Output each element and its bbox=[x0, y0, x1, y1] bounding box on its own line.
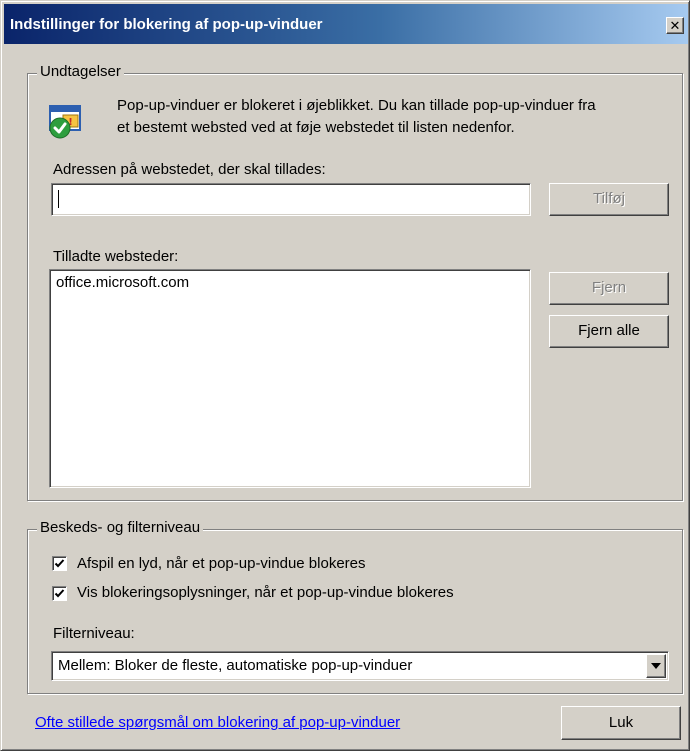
exceptions-info-line-2: et bestemt websted ved at føje webstedet… bbox=[117, 119, 515, 136]
address-label: Adressen på webstedet, der skal tillades… bbox=[53, 161, 326, 178]
show-info-checkbox[interactable] bbox=[52, 586, 67, 601]
allowed-sites-list[interactable]: office.microsoft.com bbox=[49, 269, 531, 488]
text-caret bbox=[58, 190, 59, 208]
exceptions-info-line-1: Pop-up-vinduer er blokeret i øjeblikket.… bbox=[117, 97, 596, 114]
filter-level-value: Mellem: Bloker de fleste, automatiske po… bbox=[58, 657, 413, 674]
show-info-label[interactable]: Vis blokeringsoplysninger, når et pop-up… bbox=[77, 584, 454, 601]
dropdown-button[interactable] bbox=[646, 654, 666, 678]
filter-level-label: Filterniveau: bbox=[53, 625, 135, 642]
checkmark-icon bbox=[54, 559, 65, 568]
add-site-button[interactable]: Tilføj bbox=[549, 183, 669, 216]
notification-filter-group-legend: Beskeds- og filterniveau bbox=[37, 519, 204, 536]
allowed-site-item[interactable]: office.microsoft.com bbox=[56, 274, 189, 291]
play-sound-label[interactable]: Afspil en lyd, når et pop-up-vindue blok… bbox=[77, 555, 366, 572]
window-title: Indstillinger for blokering af pop-up-vi… bbox=[10, 16, 323, 33]
exceptions-group-legend: Undtagelser bbox=[37, 63, 124, 80]
checkmark-icon bbox=[54, 589, 65, 598]
chevron-down-icon bbox=[651, 663, 661, 669]
remove-site-button[interactable]: Fjern bbox=[549, 272, 669, 305]
popup-blocker-settings-dialog: Indstillinger for blokering af pop-up-vi… bbox=[0, 0, 690, 751]
close-button[interactable]: Luk bbox=[561, 706, 681, 740]
close-window-button[interactable]: ✕ bbox=[666, 17, 684, 34]
allowed-sites-label: Tilladte websteder: bbox=[53, 248, 179, 265]
faq-link[interactable]: Ofte stillede spørgsmål om blokering af … bbox=[35, 714, 400, 731]
title-bar[interactable]: Indstillinger for blokering af pop-up-vi… bbox=[4, 4, 688, 44]
play-sound-checkbox[interactable] bbox=[52, 556, 67, 571]
popup-shield-check-icon: ! bbox=[48, 104, 84, 144]
filter-level-select[interactable]: Mellem: Bloker de fleste, automatiske po… bbox=[51, 651, 669, 681]
remove-all-sites-button[interactable]: Fjern alle bbox=[549, 315, 669, 348]
address-input[interactable] bbox=[51, 183, 531, 216]
